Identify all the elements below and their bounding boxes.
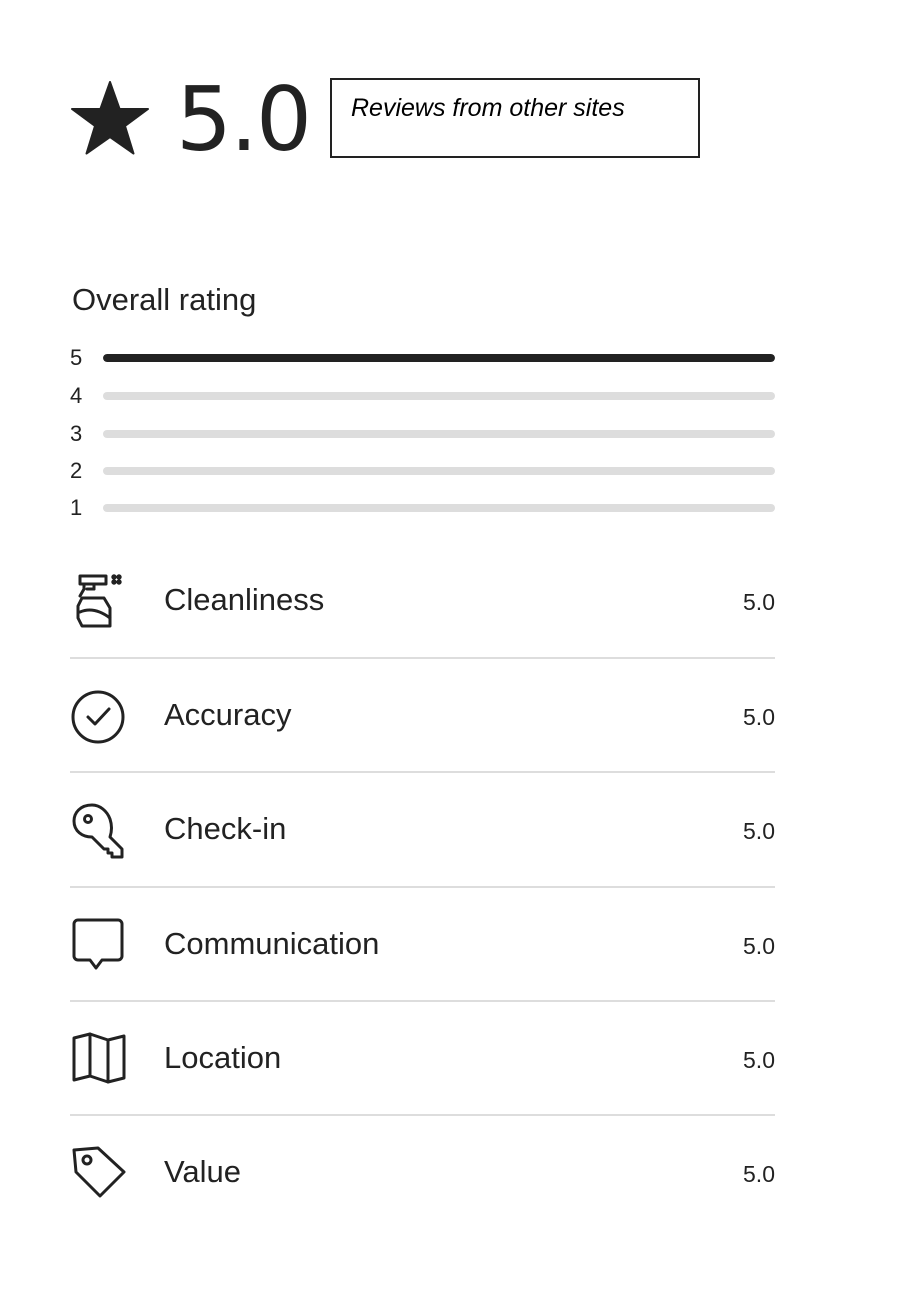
category-row-communication: Communication 5.0 — [70, 916, 775, 1030]
category-row-location: Location 5.0 — [70, 1030, 775, 1144]
category-divider — [70, 1114, 775, 1116]
category-divider — [70, 886, 775, 888]
rating-distribution-star-label: 4 — [70, 383, 83, 408]
spray-bottle-icon — [70, 572, 128, 630]
overall-score: 5.0 — [176, 68, 312, 171]
category-label: Cleanliness — [164, 582, 325, 617]
rating-distribution-bar — [103, 354, 775, 362]
rating-distribution-star-label: 3 — [70, 421, 83, 446]
category-label: Value — [164, 1154, 241, 1189]
category-label: Check-in — [164, 811, 287, 846]
category-label: Communication — [164, 926, 380, 961]
rating-distribution-row: 1 — [70, 490, 780, 526]
category-row-value: Value 5.0 — [70, 1144, 775, 1258]
overall-rating-title: Overall rating — [72, 282, 257, 317]
tag-icon — [70, 1144, 128, 1202]
rating-distribution-row: 2 — [70, 453, 780, 489]
star-icon — [70, 80, 150, 156]
category-label: Location — [164, 1040, 282, 1075]
category-value: 5.0 — [743, 933, 775, 959]
category-value: 5.0 — [743, 818, 775, 844]
category-divider — [70, 657, 775, 659]
rating-distribution-row: 3 — [70, 416, 780, 452]
rating-distribution-row: 4 — [70, 378, 780, 414]
category-value: 5.0 — [743, 589, 775, 615]
key-icon — [70, 801, 128, 859]
category-value: 5.0 — [743, 704, 775, 730]
rating-distribution-star-label: 2 — [70, 458, 83, 483]
category-divider — [70, 1000, 775, 1002]
category-row-accuracy: Accuracy 5.0 — [70, 687, 775, 801]
check-circle-icon — [70, 687, 128, 745]
rating-distribution-row: 5 — [70, 340, 780, 376]
chat-bubble-icon — [70, 916, 128, 974]
rating-distribution-fill — [103, 354, 775, 362]
reviews-from-other-sites-link[interactable]: Reviews from other sites — [330, 78, 700, 158]
rating-distribution-bar — [103, 392, 775, 400]
map-icon — [70, 1030, 128, 1088]
category-row-check-in: Check-in 5.0 — [70, 801, 775, 915]
category-value: 5.0 — [743, 1161, 775, 1187]
rating-distribution-star-label: 1 — [70, 495, 83, 520]
category-row-cleanliness: Cleanliness 5.0 — [70, 572, 775, 686]
rating-distribution-bar — [103, 504, 775, 512]
rating-distribution-bar — [103, 430, 775, 438]
category-divider — [70, 771, 775, 773]
rating-distribution-bar — [103, 467, 775, 475]
rating-distribution-star-label: 5 — [70, 345, 83, 370]
category-value: 5.0 — [743, 1047, 775, 1073]
category-label: Accuracy — [164, 697, 292, 732]
